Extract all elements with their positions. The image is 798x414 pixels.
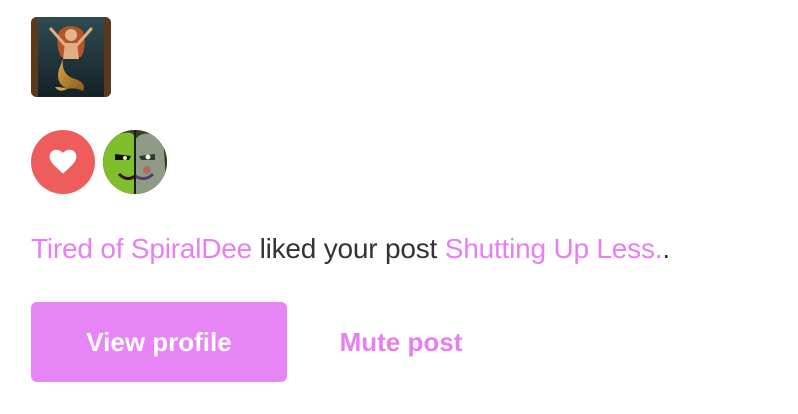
heart-icon [49,149,77,174]
user-avatar[interactable] [103,130,167,194]
like-badge [31,130,95,194]
actor-link[interactable]: Tired of SpiralDee [31,233,252,264]
trailing-punctuation: . [662,233,670,264]
mute-post-button[interactable]: Mute post [312,302,490,382]
notification-message: Tired of SpiralDee liked your post Shutt… [31,228,670,270]
mermaid-artwork-image [31,17,111,97]
post-thumbnail[interactable] [31,17,111,97]
action-text: liked your post [252,233,445,264]
zombie-face-avatar-image [103,130,167,194]
notification-card: Tired of SpiralDee liked your post Shutt… [0,0,798,414]
view-profile-button[interactable]: View profile [31,302,287,382]
post-link[interactable]: Shutting Up Less. [445,233,663,264]
